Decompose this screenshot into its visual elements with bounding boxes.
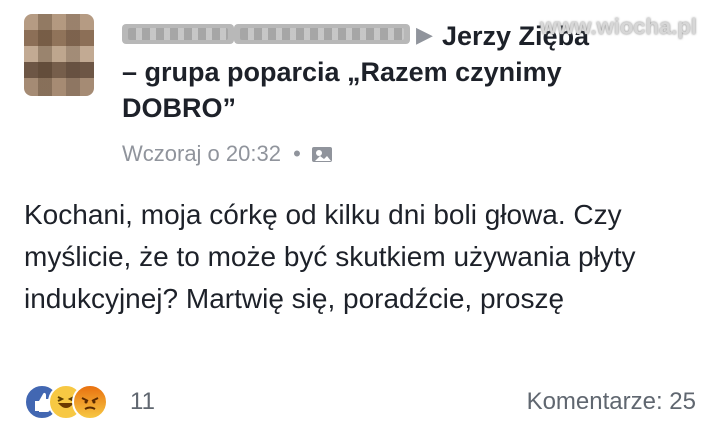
separator-dot: • — [293, 141, 301, 166]
group-title-line-2: – grupa poparcia „Razem czynimy DOBRO” — [122, 57, 562, 123]
post-meta: Wczoraj o 20:32 • — [122, 140, 333, 168]
comments-count[interactable]: Komentarze: 25 — [512, 388, 696, 416]
post-body: Kochani, moja córkę od kilku dni boli gł… — [24, 199, 636, 314]
photo-icon — [311, 143, 333, 163]
blurred-avatar[interactable] — [24, 14, 94, 96]
timestamp[interactable]: Wczoraj o 20:32 — [122, 141, 281, 166]
watermark: www.wiocha.pl — [540, 14, 697, 39]
angry-icon[interactable] — [72, 384, 108, 420]
reaction-count[interactable]: 11 — [130, 388, 155, 416]
